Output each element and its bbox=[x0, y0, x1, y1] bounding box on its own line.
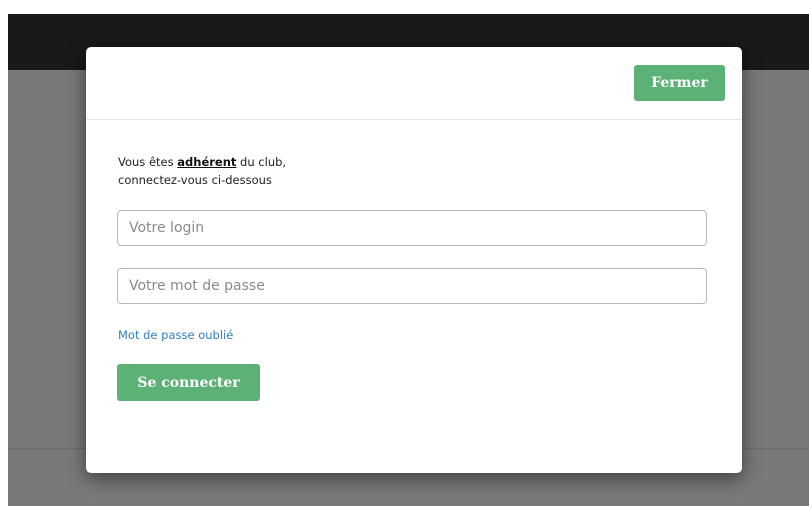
login-submit-button[interactable]: Se connecter bbox=[117, 364, 260, 401]
intro-line2: connectez-vous ci-dessous bbox=[118, 173, 272, 187]
login-intro-text: Vous êtes adhérent du club, connectez-vo… bbox=[118, 153, 518, 189]
login-input[interactable] bbox=[117, 210, 707, 246]
forgot-password-link[interactable]: Mot de passe oublié bbox=[118, 328, 233, 342]
password-input[interactable] bbox=[117, 268, 707, 304]
intro-prefix: Vous êtes bbox=[118, 155, 178, 169]
intro-emphasis: adhérent bbox=[177, 155, 237, 169]
login-modal: Fermer Vous êtes adhérent du club, conne… bbox=[86, 47, 742, 473]
modal-header: Fermer bbox=[86, 47, 742, 120]
intro-suffix: du club, bbox=[236, 155, 287, 169]
close-button[interactable]: Fermer bbox=[634, 65, 725, 101]
